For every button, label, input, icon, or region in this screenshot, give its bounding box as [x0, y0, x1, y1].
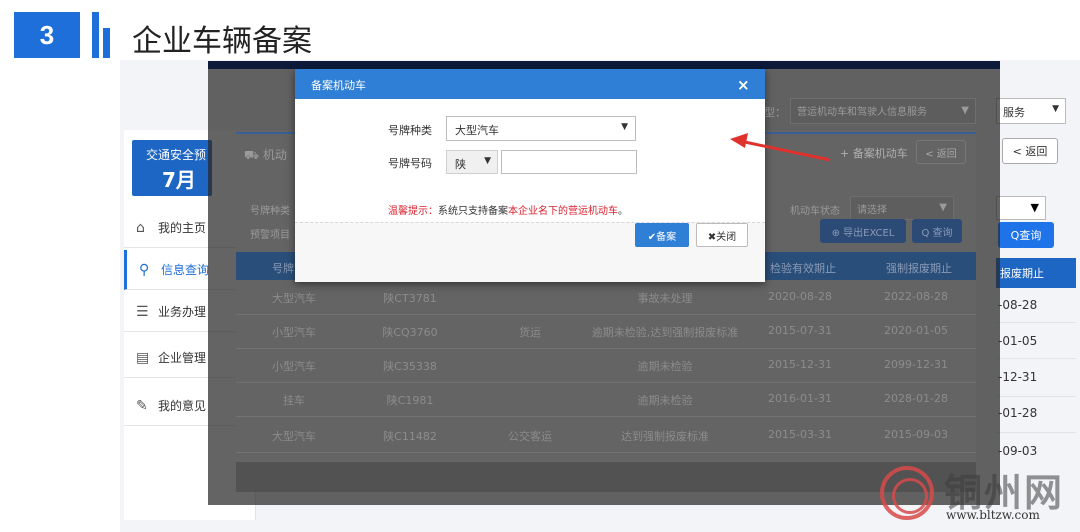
row-divider — [236, 452, 976, 453]
column-header-plate: 号牌 — [272, 262, 294, 275]
brand-card: 交通安全预 7月 — [132, 140, 212, 196]
service-select-right[interactable]: 服务 ▼ — [996, 98, 1066, 124]
plate-type-select[interactable]: 大型汽车 ▼ — [446, 116, 636, 141]
add-vehicle-button[interactable]: + 备案机动车 — [840, 145, 908, 161]
brand-card-title: 交通安全预 — [146, 148, 207, 162]
table-cell-type: 小型汽车 — [272, 360, 316, 373]
table-cell-scrap-partial: -01-05 — [998, 334, 1038, 348]
export-excel-button[interactable]: ⊕ 导出EXCEL — [820, 219, 906, 243]
table-cell-status: 事故未处理 — [637, 292, 693, 305]
watermark-seal-icon — [880, 466, 934, 520]
service-select[interactable]: 营运机动车和驾驶人信息服务 ▼ — [790, 98, 976, 124]
table-cell-plate: 陕C1981 — [386, 394, 434, 407]
sidebar-item-label: 我的主页 — [158, 221, 207, 235]
table-cell-status: 逾期未检验,达到强制报废标准 — [591, 326, 739, 339]
row-divider — [236, 416, 976, 417]
filter-warning-label: 预警项目 — [250, 230, 290, 241]
table-cell-inspection: 2020-08-28 — [768, 290, 832, 303]
table-cell-plate: 陕C11482 — [383, 430, 437, 443]
modal-title: 备案机动车 — [311, 79, 366, 92]
table-cell-type: 大型汽车 — [272, 292, 316, 305]
row-divider — [236, 348, 976, 349]
table-cell-status: 逾期未检验 — [637, 360, 693, 373]
slide: 3 企业车辆备案 交通安全预 7月 ⌂ 我的主页 ⚲ 信息查询 ☰ 业务办理 ▤… — [0, 0, 1080, 532]
table-cell-scrap: 2099-12-31 — [884, 358, 948, 371]
table-cell-scrap-partial: -09-03 — [998, 444, 1038, 458]
table-cell-scrap-partial: -08-28 — [998, 298, 1038, 312]
register-button[interactable]: ✔备案 — [635, 223, 689, 247]
status-select-right[interactable]: ▼ — [996, 196, 1046, 220]
table-footer — [236, 462, 976, 492]
table-cell-inspection: 2015-12-31 — [768, 358, 832, 371]
brand-card-number: 7月 — [162, 168, 196, 192]
filter-status-label: 机动车状态 — [790, 206, 840, 217]
row-divider — [236, 382, 976, 383]
sidebar-item-label: 信息查询 — [161, 263, 210, 277]
query-button[interactable]: Q 查询 — [912, 219, 962, 243]
close-icon[interactable]: × — [737, 76, 750, 94]
column-header-scrap-right: 报废期止 — [996, 258, 1076, 288]
table-cell-inspection: 2016-01-31 — [768, 392, 832, 405]
sidebar-item-label: 我的意见 — [158, 399, 207, 413]
table-cell-inspection: 2015-07-31 — [768, 324, 832, 337]
slide-title: 企业车辆备案 — [132, 24, 312, 59]
modal-footer — [295, 222, 765, 282]
table-cell-scrap: 2028-01-28 — [884, 392, 948, 405]
stack-icon: ☰ — [136, 303, 149, 320]
table-cell-plate: 陕CQ3760 — [382, 326, 438, 339]
table-cell-type: 挂车 — [283, 394, 305, 407]
table-cell-scrap: 2020-01-05 — [884, 324, 948, 337]
table-cell-status: 逾期未检验 — [637, 394, 693, 407]
chevron-down-icon: ▼ — [621, 122, 628, 132]
plate-number-input[interactable] — [501, 150, 637, 174]
plate-type-label: 号牌种类 — [388, 124, 432, 137]
annotation-arrow-icon — [730, 133, 831, 162]
close-button[interactable]: ✖关闭 — [696, 223, 748, 247]
filter-plate-type-label: 号牌种类 — [250, 206, 290, 217]
search-icon: ⚲ — [139, 261, 150, 278]
query-button-right[interactable]: Q查询 — [998, 222, 1054, 248]
table-cell-usage: 公交客运 — [508, 430, 552, 443]
table-cell-status: 达到强制报废标准 — [621, 430, 709, 443]
slide-number: 3 — [14, 12, 80, 58]
table-cell-type: 小型汽车 — [272, 326, 316, 339]
warm-tip: 温馨提示：系统只支持备案本企业名下的营运机动车。 — [388, 206, 628, 217]
sidebar-item-label: 业务办理 — [158, 305, 207, 319]
feedback-icon: ✎ — [136, 397, 148, 414]
filter-status-select[interactable]: 请选择 ▼ — [850, 196, 954, 220]
row-divider — [996, 358, 1076, 359]
table-cell-scrap: 2022-08-28 — [884, 290, 948, 303]
panel-title: ⛟ 机动 — [244, 148, 287, 162]
back-button-right[interactable]: < 返回 — [1002, 138, 1058, 164]
title-decoration-bar — [92, 12, 99, 58]
table-cell-plate: 陕C35338 — [383, 360, 437, 373]
chevron-down-icon: ▼ — [484, 156, 491, 166]
table-cell-usage: 货运 — [519, 326, 541, 339]
service-select-label: 型： — [764, 106, 786, 119]
column-header-inspection: 检验有效期止 — [770, 262, 836, 275]
row-divider — [236, 314, 976, 315]
back-button[interactable]: < 返回 — [916, 140, 966, 164]
title-decoration-bar — [103, 28, 110, 58]
column-header-scrap: 强制报废期止 — [886, 262, 952, 275]
row-divider — [996, 396, 1076, 397]
province-select[interactable]: 陕 ▼ — [446, 150, 498, 174]
home-icon: ⌂ — [136, 219, 145, 236]
plate-number-label: 号牌号码 — [388, 157, 432, 170]
row-divider — [996, 432, 1076, 433]
app-top-strip — [208, 61, 1000, 69]
document-icon: ▤ — [136, 349, 150, 366]
table-cell-scrap-partial: -12-31 — [998, 370, 1038, 384]
table-cell-type: 大型汽车 — [272, 430, 316, 443]
table-cell-scrap-partial: -01-28 — [998, 406, 1038, 420]
sidebar-item-label: 企业管理 — [158, 351, 207, 365]
row-divider — [996, 322, 1076, 323]
table-cell-inspection: 2015-03-31 — [768, 428, 832, 441]
watermark-url: www.bltzw.com — [946, 508, 1040, 522]
table-cell-scrap: 2015-09-03 — [884, 428, 948, 441]
table-cell-plate: 陕CT3781 — [383, 292, 437, 305]
